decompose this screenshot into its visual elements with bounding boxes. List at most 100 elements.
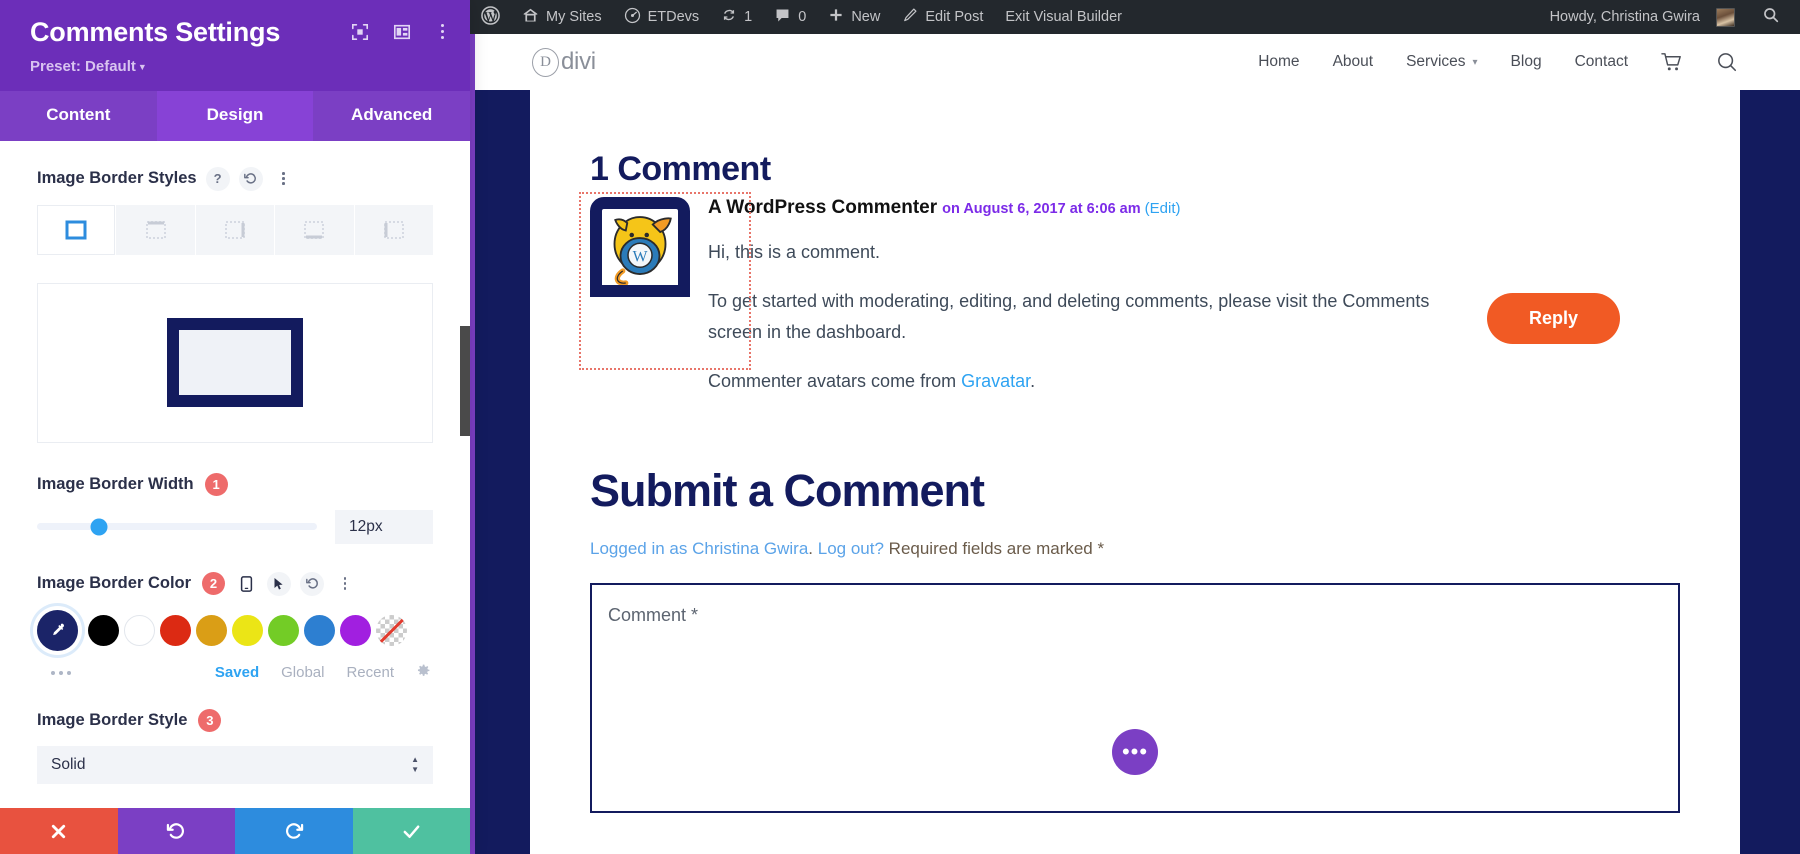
field-label: Image Border Style [37,710,188,729]
gravatar-link[interactable]: Gravatar [961,371,1030,391]
cart-icon[interactable] [1661,52,1683,72]
field-label: Image Border Width [37,474,194,493]
settings-panel-body: Image Border Styles ? Image Border Width… [0,140,470,854]
field-image-border-styles-label-row: Image Border Styles ? [37,166,433,191]
adminbar-search-button[interactable] [1746,6,1794,28]
cancel-button[interactable] [0,808,118,854]
adminbar-item-my-sites[interactable]: My Sites [511,0,613,34]
slider-handle[interactable] [90,518,108,536]
greeting-label: Howdy, Christina Gwira [1549,9,1700,25]
nav-item-blog[interactable]: Blog [1511,53,1542,71]
border-width-slider[interactable] [37,518,317,536]
border-style-option-all-sides[interactable] [37,204,117,255]
save-button[interactable] [352,808,470,854]
wordpress-icon [481,5,500,29]
step-badge-3: 3 [198,708,222,732]
palette-tab-global[interactable]: Global [281,664,324,681]
comment-date: on August 6, 2017 at 6:06 am [942,201,1141,217]
nav-item-services[interactable]: Services ▾ [1406,53,1477,71]
border-style-option-left[interactable] [354,204,434,255]
adminbar-item-wp-logo[interactable] [470,0,511,34]
border-width-input[interactable]: 12px [335,509,433,544]
undo-button[interactable] [117,808,235,854]
settings-panel-scrollbar[interactable] [460,325,470,436]
color-swatch-red[interactable] [160,614,191,646]
border-style-select[interactable]: Solid ▲ ▼ [37,745,433,784]
step-badge-2: 2 [202,572,226,596]
comment-textarea[interactable]: Comment * ••• [590,582,1680,813]
adminbar-item-updates[interactable]: 1 [710,0,763,34]
site-header: D divi Home About Services ▾ Blog Contac… [470,34,1800,90]
comment-paragraph-3-suffix: . [1030,370,1036,391]
border-style-option-right[interactable] [195,204,276,255]
color-swatches [37,609,433,651]
border-style-value: Solid [51,755,86,773]
more-horizontal-icon[interactable] [37,670,71,675]
settings-tabs: Content Design Advanced [0,90,470,141]
adminbar-item-edit-post[interactable]: Edit Post [891,0,994,34]
adminbar-item-exit-visual-builder[interactable]: Exit Visual Builder [994,0,1133,34]
adminbar-item-site-name[interactable]: ETDevs [613,0,711,34]
site-logo[interactable]: D divi [532,47,596,77]
color-swatch-green[interactable] [268,614,299,646]
undo-icon[interactable] [300,571,325,596]
palette-tab-saved[interactable]: Saved [215,664,259,681]
search-icon [1762,8,1780,28]
submit-comment-heading: Submit a Comment [590,464,985,516]
search-icon[interactable] [1716,51,1738,73]
preset-selector[interactable]: Preset: Default ▼ [30,58,446,75]
border-style-option-bottom[interactable] [275,204,355,255]
select-arrows-icon: ▲ ▼ [411,754,419,774]
adminbar-label: 1 [744,9,753,25]
reply-button[interactable]: Reply [1486,293,1620,344]
border-bottom-icon [304,220,325,239]
more-vertical-icon[interactable] [272,167,296,191]
avatar [1716,7,1735,27]
comment-edit-link[interactable]: (Edit) [1145,200,1181,217]
border-style-option-top[interactable] [116,204,196,255]
color-swatch-yellow[interactable] [232,614,263,646]
nav-item-home[interactable]: Home [1258,53,1299,71]
module-settings-fab[interactable]: ••• [1112,728,1158,775]
border-width-control: 12px [37,509,433,544]
sites-icon [522,7,539,28]
comment-bubble-icon [774,7,791,28]
layout-columns-icon[interactable] [393,23,411,41]
more-vertical-icon[interactable] [435,22,450,41]
comment-author: A WordPress Commenter [708,197,938,218]
redo-icon [283,821,304,842]
comments-heading: 1 Comment [590,150,771,188]
color-swatch-white[interactable] [124,614,155,646]
palette-tab-recent[interactable]: Recent [346,664,394,681]
nav-item-contact[interactable]: Contact [1575,53,1628,71]
logged-in-user-link[interactable]: Logged in as Christina Gwira [590,539,808,558]
nav-label: Services [1406,53,1466,70]
color-swatch-selected[interactable] [37,609,78,651]
logo-text: divi [561,48,596,75]
cursor-icon[interactable] [267,571,292,596]
tab-design[interactable]: Design [156,90,314,141]
color-swatch-blue[interactable] [304,614,335,646]
adminbar-item-comments[interactable]: 0 [763,0,817,34]
color-swatch-black[interactable] [88,614,119,646]
logout-link[interactable]: Log out? [818,539,884,558]
focus-icon[interactable] [351,23,369,41]
tab-content[interactable]: Content [0,91,157,141]
mobile-icon[interactable] [234,572,258,596]
adminbar-item-account[interactable]: Howdy, Christina Gwira [1539,0,1746,34]
nav-item-about[interactable]: About [1333,53,1374,71]
help-icon[interactable]: ? [205,166,230,191]
redo-button[interactable] [235,808,353,854]
gear-icon[interactable] [416,663,431,683]
color-swatch-purple[interactable] [340,614,371,646]
tab-advanced[interactable]: Advanced [313,91,470,141]
post-content: 1 Comment W A WordPress Commenter on Aug… [530,90,1740,854]
logged-in-user: Christina Gwira [692,538,809,558]
border-preview [37,282,433,443]
more-vertical-icon[interactable] [333,572,357,596]
adminbar-item-new-content[interactable]: New [817,0,891,34]
undo-icon[interactable] [238,166,263,191]
color-swatch-transparent[interactable] [376,614,407,646]
color-swatch-orange[interactable] [196,614,227,646]
plus-icon [828,7,844,27]
